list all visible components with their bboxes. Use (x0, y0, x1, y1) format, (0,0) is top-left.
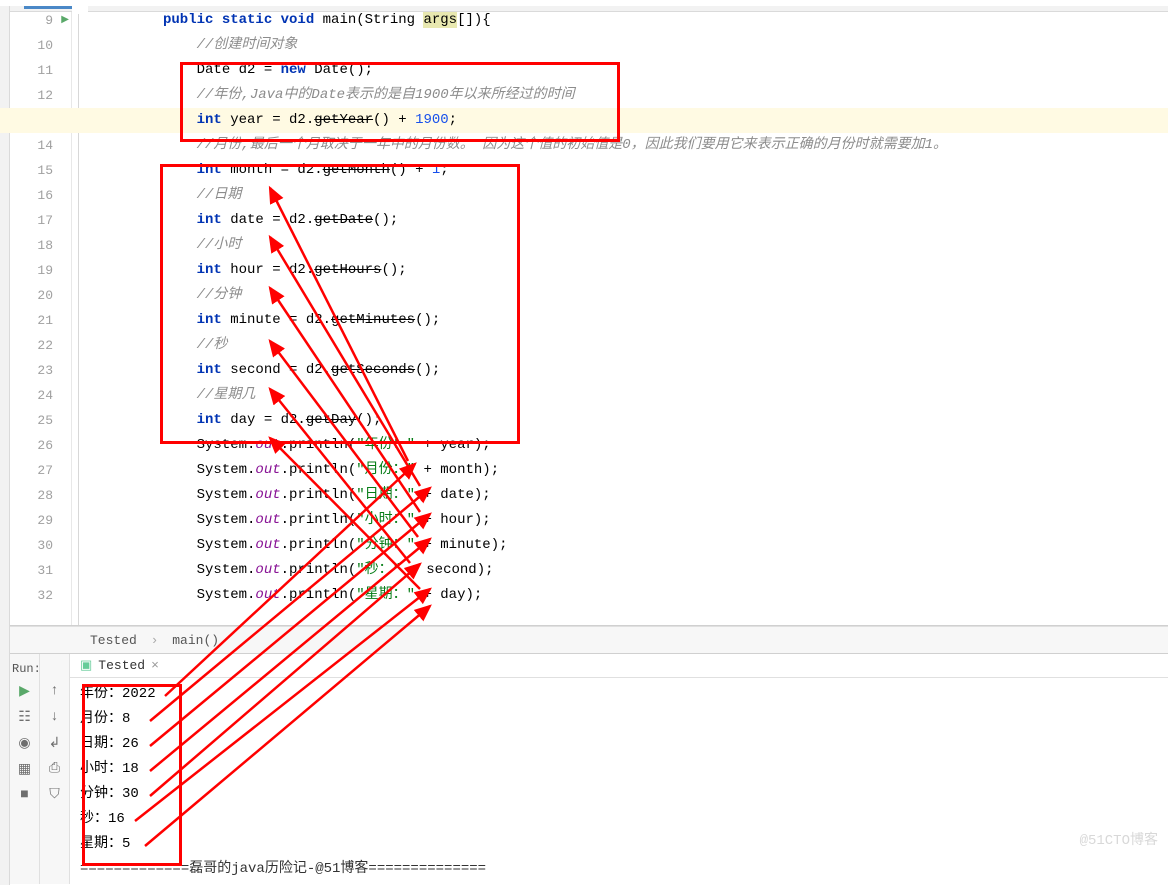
run-panel-label: Run: (12, 662, 41, 676)
code-line[interactable]: System.out.println("月份：" + month); (88, 458, 1168, 483)
code-line[interactable]: //月份,最后一个月取决于一年中的月份数。 因为这个值的初始值是0，因此我们要用… (88, 133, 1168, 158)
code-line[interactable]: System.out.println("小时：" + hour); (88, 508, 1168, 533)
run-toolbar-left: ▶ ☷ ◉ ▦ ■ (10, 654, 40, 884)
code-line[interactable]: int date = d2.getDate(); (88, 208, 1168, 233)
console-line: 日期：26 (80, 732, 1158, 757)
code-line[interactable]: int minute = d2.getMinutes(); (88, 308, 1168, 333)
line-number[interactable]: 28 (10, 483, 71, 508)
line-number[interactable]: 10 (10, 33, 71, 58)
line-number[interactable]: 15 (10, 158, 71, 183)
line-number[interactable]: 24 (10, 383, 71, 408)
breadcrumb-method[interactable]: main() (172, 633, 219, 648)
line-number[interactable]: 18 (10, 233, 71, 258)
run-content: ▣ Tested × 年份：2022月份：8日期：26小时：18分钟：30秒：1… (70, 654, 1168, 884)
code-line[interactable]: System.out.println("年份：" + year); (88, 433, 1168, 458)
print-icon[interactable]: ⎙ (46, 760, 64, 778)
code-line[interactable]: int month = d2.getMonth() + 1; (88, 158, 1168, 183)
code-line[interactable]: //日期 (88, 183, 1168, 208)
line-number[interactable]: 9 (10, 8, 71, 33)
line-number[interactable]: 12 (10, 83, 71, 108)
debug-icon[interactable]: ☷ (16, 708, 34, 726)
line-number[interactable]: 30 (10, 533, 71, 558)
code-editor[interactable]: public static void main(String args[]){ … (88, 6, 1168, 625)
fold-bar[interactable] (72, 6, 88, 625)
line-number[interactable]: 23 (10, 358, 71, 383)
run-tab-name: Tested (98, 654, 145, 678)
console-line: 小时：18 (80, 757, 1158, 782)
code-line[interactable]: System.out.println("日期：" + date); (88, 483, 1168, 508)
run-toolbar-secondary: ↑ ↓ ↲ ⎙ ⛉ (40, 654, 70, 884)
line-number[interactable]: 17 (10, 208, 71, 233)
watermark: @51CTO博客 (1080, 829, 1158, 849)
console-line: 月份：8 (80, 707, 1158, 732)
layout-icon[interactable]: ▦ (16, 760, 34, 778)
wrap-icon[interactable]: ↲ (46, 734, 64, 752)
breadcrumb-bar[interactable]: Tested › main() (0, 626, 1168, 654)
code-line[interactable]: //秒 (88, 333, 1168, 358)
console-line: 秒：16 (80, 807, 1158, 832)
code-line[interactable]: System.out.println("分钟：" + minute); (88, 533, 1168, 558)
code-line[interactable]: //年份,Java中的Date表示的是自1900年以来所经过的时间 (88, 83, 1168, 108)
line-number[interactable]: 29 (10, 508, 71, 533)
console-output[interactable]: 年份：2022月份：8日期：26小时：18分钟：30秒：16星期：5======… (70, 678, 1168, 886)
code-line[interactable]: System.out.println("星期：" + day); (88, 583, 1168, 608)
code-line[interactable]: int day = d2.getDay(); (88, 408, 1168, 433)
code-line[interactable]: //小时 (88, 233, 1168, 258)
up-icon[interactable]: ↑ (46, 682, 64, 700)
console-line: 分钟：30 (80, 782, 1158, 807)
console-line: 年份：2022 (80, 682, 1158, 707)
line-number[interactable]: 27 (10, 458, 71, 483)
camera-icon[interactable]: ◉ (16, 734, 34, 752)
console-line: 星期：5 (80, 832, 1158, 857)
run-tab-icon: ▣ (80, 654, 92, 678)
code-line[interactable]: Date d2 = new Date(); (88, 58, 1168, 83)
line-number[interactable]: 31 (10, 558, 71, 583)
code-line[interactable]: //星期几 (88, 383, 1168, 408)
close-icon[interactable]: × (151, 654, 159, 678)
code-line[interactable]: System.out.println("秒：" + second); (88, 558, 1168, 583)
line-number[interactable]: 21 (10, 308, 71, 333)
code-line[interactable]: int year = d2.getYear() + 1900; (0, 108, 1168, 133)
code-line[interactable]: //创建时间对象 (88, 33, 1168, 58)
run-tab[interactable]: ▣ Tested × (70, 654, 1168, 678)
line-number[interactable]: 14 (10, 133, 71, 158)
line-number[interactable]: 22 (10, 333, 71, 358)
breadcrumb-class[interactable]: Tested (90, 633, 137, 648)
line-number-gutter[interactable]: 9101112131415161718192021222324252627282… (10, 6, 72, 625)
left-tool-strip[interactable] (0, 6, 10, 885)
line-number[interactable]: 32 (10, 583, 71, 608)
console-footer: =============磊哥的java历险记-@51博客===========… (80, 857, 1158, 882)
line-number[interactable]: 16 (10, 183, 71, 208)
line-number[interactable]: 20 (10, 283, 71, 308)
code-line[interactable]: public static void main(String args[]){ (88, 8, 1168, 33)
code-line[interactable]: int second = d2.getSeconds(); (88, 358, 1168, 383)
line-number[interactable]: 25 (10, 408, 71, 433)
down-icon[interactable]: ↓ (46, 708, 64, 726)
line-number[interactable]: 26 (10, 433, 71, 458)
line-number[interactable]: 19 (10, 258, 71, 283)
code-line[interactable]: //分钟 (88, 283, 1168, 308)
breadcrumb-separator: › (151, 633, 159, 648)
filter-icon[interactable]: ⛉ (46, 786, 64, 804)
code-line[interactable]: int hour = d2.getHours(); (88, 258, 1168, 283)
run-icon[interactable]: ▶ (16, 682, 34, 700)
line-number[interactable]: 11 (10, 58, 71, 83)
stop-icon[interactable]: ■ (16, 786, 34, 804)
